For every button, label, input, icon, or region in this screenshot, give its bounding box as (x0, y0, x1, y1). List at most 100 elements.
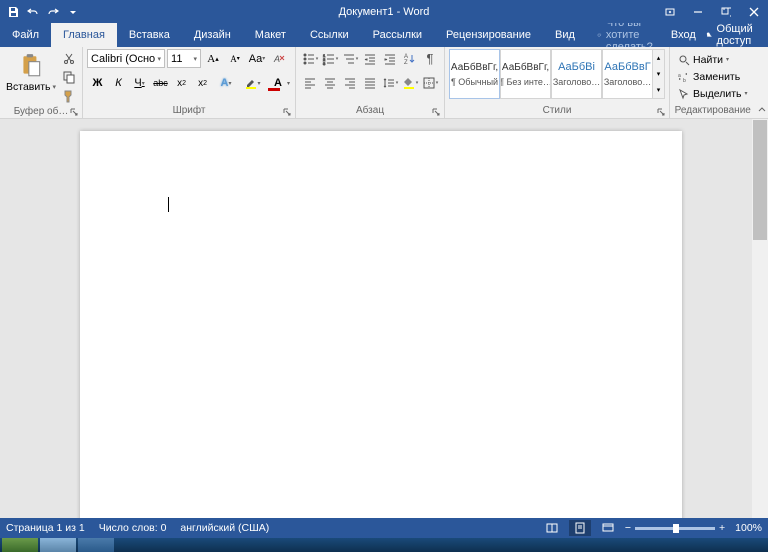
style-heading2[interactable]: АаБбВвГ Заголово… (602, 49, 653, 99)
sort-button[interactable]: AZ (400, 49, 420, 68)
font-size-combo[interactable]: 11▾ (167, 49, 201, 68)
svg-text:A: A (273, 54, 280, 64)
line-spacing-button[interactable]: ▾ (380, 73, 400, 92)
copy-button[interactable] (60, 68, 78, 86)
align-left-button[interactable] (300, 73, 320, 92)
superscript-button[interactable]: x2 (192, 73, 213, 93)
tab-mailings[interactable]: Рассылки (361, 23, 434, 47)
status-bar: Страница 1 из 1 Число слов: 0 английский… (0, 518, 768, 538)
taskbar-item[interactable] (40, 538, 76, 552)
borders-button[interactable]: ▾ (420, 73, 440, 92)
qat-dropdown-icon[interactable] (64, 3, 82, 21)
undo-icon[interactable] (24, 3, 42, 21)
group-label-paragraph: Абзац (300, 104, 440, 117)
view-web-layout[interactable] (597, 520, 619, 536)
collapse-ribbon-button[interactable] (756, 47, 768, 118)
vertical-scrollbar[interactable] (752, 119, 768, 518)
decrease-indent-button[interactable] (360, 49, 380, 68)
tab-layout[interactable]: Макет (243, 23, 298, 47)
text-effects-button[interactable]: A▾ (213, 73, 239, 93)
taskbar-item[interactable] (78, 538, 114, 552)
svg-text:3: 3 (323, 61, 326, 66)
scrollbar-thumb[interactable] (753, 120, 767, 240)
tab-file[interactable]: Файл (0, 23, 51, 47)
group-styles: АаБбВвГг, ¶ Обычный АаБбВвГг, ¶ Без инте… (445, 47, 670, 118)
tab-references[interactable]: Ссылки (298, 23, 361, 47)
group-label-editing: Редактирование (674, 104, 751, 117)
paragraph-launcher[interactable] (432, 107, 442, 117)
bullets-button[interactable]: ▾ (300, 49, 320, 68)
styles-expand-button[interactable]: ▴▾▾ (653, 49, 665, 99)
clear-formatting-button[interactable]: A (269, 49, 289, 68)
replace-button[interactable]: ab Заменить (674, 68, 751, 85)
change-case-button[interactable]: Aa▾ (247, 49, 267, 68)
shading-button[interactable]: ▾ (400, 73, 420, 92)
paste-button[interactable]: Вставить▾ (4, 49, 58, 95)
highlight-color-button[interactable]: ▾ (239, 73, 265, 93)
find-button[interactable]: Найти▾ (674, 51, 751, 68)
redo-icon[interactable] (44, 3, 62, 21)
tab-view[interactable]: Вид (543, 23, 587, 47)
signin-link[interactable]: Вход (671, 29, 696, 41)
zoom-in-button[interactable]: + (719, 522, 725, 534)
close-icon[interactable] (740, 0, 768, 23)
group-label-styles: Стили (449, 104, 665, 117)
italic-button[interactable]: К (108, 73, 129, 93)
shrink-font-button[interactable]: A▾ (225, 49, 245, 68)
group-label-clipboard: Буфер об… (4, 105, 78, 118)
align-right-button[interactable] (340, 73, 360, 92)
tab-design[interactable]: Дизайн (182, 23, 243, 47)
view-read-mode[interactable] (541, 520, 563, 536)
align-center-button[interactable] (320, 73, 340, 92)
style-normal[interactable]: АаБбВвГг, ¶ Обычный (449, 49, 500, 99)
quick-access-toolbar (0, 3, 82, 21)
multilevel-list-button[interactable]: ▾ (340, 49, 360, 68)
tab-review[interactable]: Рецензирование (434, 23, 543, 47)
format-painter-button[interactable] (60, 87, 78, 105)
font-launcher[interactable] (283, 107, 293, 117)
clipboard-launcher[interactable] (70, 107, 80, 117)
tab-home[interactable]: Главная (51, 23, 117, 47)
document-page[interactable] (80, 131, 682, 518)
style-heading1[interactable]: АаБбВі Заголово… (551, 49, 602, 99)
justify-button[interactable] (360, 73, 380, 92)
bold-button[interactable]: Ж (87, 73, 108, 93)
zoom-slider[interactable] (635, 527, 715, 530)
select-button[interactable]: Выделить▾ (674, 85, 751, 102)
ribbon-tabs: Файл Главная Вставка Дизайн Макет Ссылки… (0, 23, 768, 47)
group-paragraph: ▾ 123▾ ▾ AZ ¶ ▾ ▾ ▾ Абзац (296, 47, 445, 118)
tab-insert[interactable]: Вставка (117, 23, 182, 47)
style-no-spacing[interactable]: АаБбВвГг, ¶ Без инте… (500, 49, 551, 99)
zoom-out-button[interactable]: − (625, 522, 631, 534)
font-color-button[interactable]: A▾ (265, 73, 291, 93)
zoom-control: − + 100% (625, 522, 762, 534)
maximize-icon[interactable] (712, 0, 740, 23)
share-button[interactable]: Общий доступ (706, 23, 758, 47)
windows-taskbar (0, 538, 768, 552)
status-page[interactable]: Страница 1 из 1 (6, 522, 85, 534)
ribbon: Вставить▾ Буфер об… Calibri (Осно▾ 11▾ A… (0, 47, 768, 119)
tell-me-search[interactable]: Что вы хотите сделать? (587, 23, 671, 47)
status-words[interactable]: Число слов: 0 (99, 522, 167, 534)
view-print-layout[interactable] (569, 520, 591, 536)
minimize-icon[interactable] (684, 0, 712, 23)
numbering-button[interactable]: 123▾ (320, 49, 340, 68)
group-editing: Найти▾ ab Заменить Выделить▾ Редактирова… (670, 47, 755, 118)
strikethrough-button[interactable]: abc (150, 73, 171, 93)
underline-button[interactable]: Ч▾ (129, 73, 150, 93)
subscript-button[interactable]: x2 (171, 73, 192, 93)
zoom-level[interactable]: 100% (735, 522, 762, 534)
save-icon[interactable] (4, 3, 22, 21)
svg-text:a: a (678, 73, 681, 79)
font-name-combo[interactable]: Calibri (Осно▾ (87, 49, 165, 68)
increase-indent-button[interactable] (380, 49, 400, 68)
cut-button[interactable] (60, 49, 78, 67)
show-marks-button[interactable]: ¶ (420, 49, 440, 68)
styles-launcher[interactable] (657, 107, 667, 117)
paste-icon (16, 51, 46, 81)
ribbon-options-icon[interactable] (656, 0, 684, 23)
status-language[interactable]: английский (США) (180, 522, 269, 534)
grow-font-button[interactable]: A▴ (203, 49, 223, 68)
taskbar-item[interactable] (2, 538, 38, 552)
group-clipboard: Вставить▾ Буфер об… (0, 47, 83, 118)
